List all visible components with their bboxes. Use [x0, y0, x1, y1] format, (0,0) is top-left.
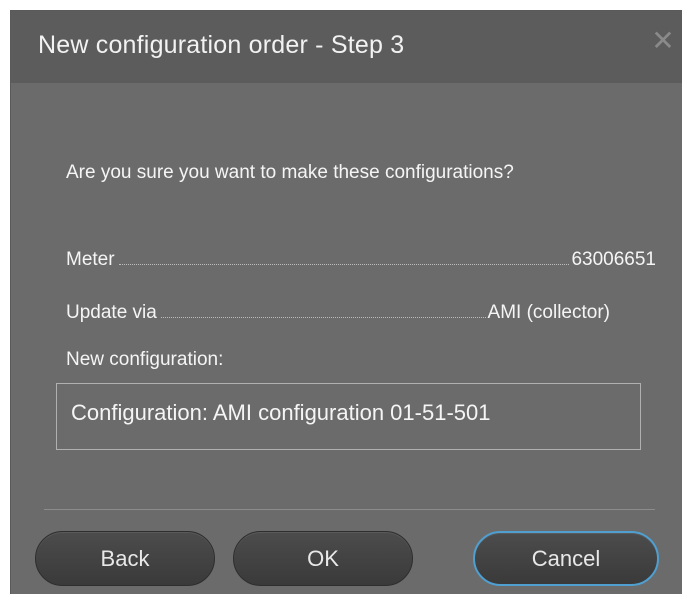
dialog-title: New configuration order - Step 3: [38, 31, 405, 59]
meter-row: Meter 63006651: [66, 245, 656, 271]
footer-divider: [44, 509, 655, 510]
configuration-dialog: New configuration order - Step 3 ✕ Are y…: [10, 10, 682, 594]
confirmation-question: Are you sure you want to make these conf…: [66, 162, 514, 183]
update-via-value: AMI (collector): [487, 302, 610, 323]
configuration-text: Configuration: AMI configuration 01-51-5…: [71, 400, 491, 425]
cancel-button[interactable]: Cancel: [473, 531, 659, 586]
ok-button[interactable]: OK: [233, 531, 413, 586]
dotted-leader: [160, 317, 486, 318]
close-icon[interactable]: ✕: [648, 26, 678, 56]
configuration-box: Configuration: AMI configuration 01-51-5…: [56, 383, 641, 450]
update-via-label: Update via: [66, 302, 157, 323]
new-configuration-label: New configuration:: [66, 349, 224, 370]
meter-value: 63006651: [571, 249, 656, 270]
update-via-row: Update via AMI (collector): [66, 298, 610, 324]
meter-label: Meter: [66, 249, 115, 270]
back-button[interactable]: Back: [35, 531, 215, 586]
dotted-leader: [118, 264, 570, 265]
dialog-titlebar: New configuration order - Step 3 ✕: [11, 11, 682, 83]
